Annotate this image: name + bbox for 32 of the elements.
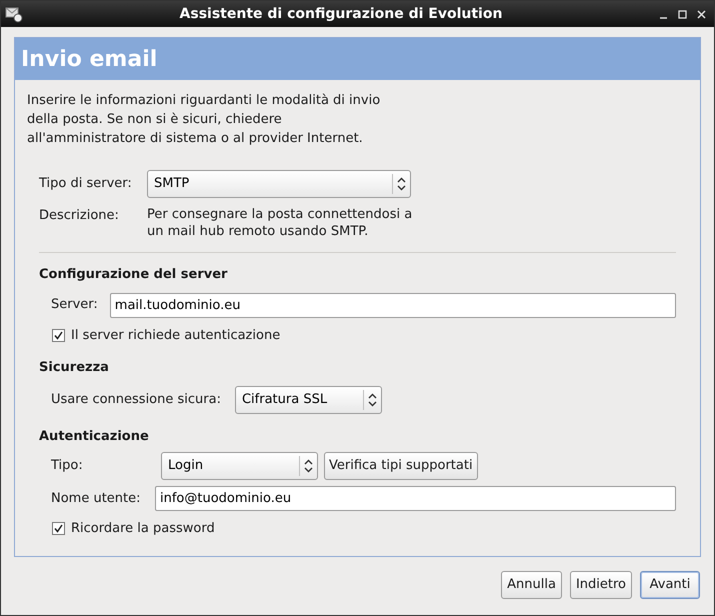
section-heading: Configurazione del server (38, 266, 228, 284)
updown-icon (304, 459, 313, 473)
dialog-button[interactable]: Annulla (501, 571, 562, 599)
section-heading: Autenticazione (38, 428, 150, 446)
field-label: Tipo di server: (39, 175, 133, 194)
page-title: Invio email (21, 46, 158, 74)
description-text: Per consegnare la posta connettendosi a un mail hub remoto usando SMTP. (147, 206, 414, 240)
auth-type-dropdown[interactable]: Login (161, 452, 318, 480)
username-field[interactable]: info@tuodominio.eu (155, 486, 676, 511)
close-icon[interactable] (697, 10, 706, 18)
intro-text: Inserire le informazioni riguardanti le modalità di invio della posta. Se non si è sicuri, chiedere all'amministratore di sistema o al provider Internet. (27, 92, 382, 148)
checkbox[interactable] (52, 522, 65, 536)
field-label: Nome utente: (51, 490, 142, 508)
updown-icon (368, 392, 377, 406)
dialog-button[interactable]: Indietro (570, 571, 632, 599)
maximize-icon[interactable] (678, 10, 687, 18)
updown-icon (397, 177, 406, 191)
window-title: Assistente di configurazione di Evolution (178, 4, 504, 24)
section-heading: Sicurezza (38, 359, 110, 377)
check-types-button[interactable]: Verifica tipi supportati (324, 452, 478, 480)
checkbox-label: Ricordare la password (71, 520, 215, 538)
field-label: Descrizione: (39, 207, 120, 225)
checkbox[interactable] (52, 328, 65, 342)
server-field[interactable]: mail.tuodominio.eu (110, 292, 676, 318)
field-label: Usare connessione sicura: (51, 390, 221, 409)
field-label: Tipo: (51, 457, 84, 476)
field-label: Server: (51, 296, 98, 314)
security-dropdown[interactable]: Cifratura SSL (234, 386, 382, 414)
server-type-dropdown[interactable]: SMTP (147, 170, 411, 198)
dialog-button[interactable]: Avanti (640, 571, 700, 599)
mail-icon (5, 5, 23, 23)
checkbox-label: Il server richiede autenticazione (71, 326, 280, 344)
